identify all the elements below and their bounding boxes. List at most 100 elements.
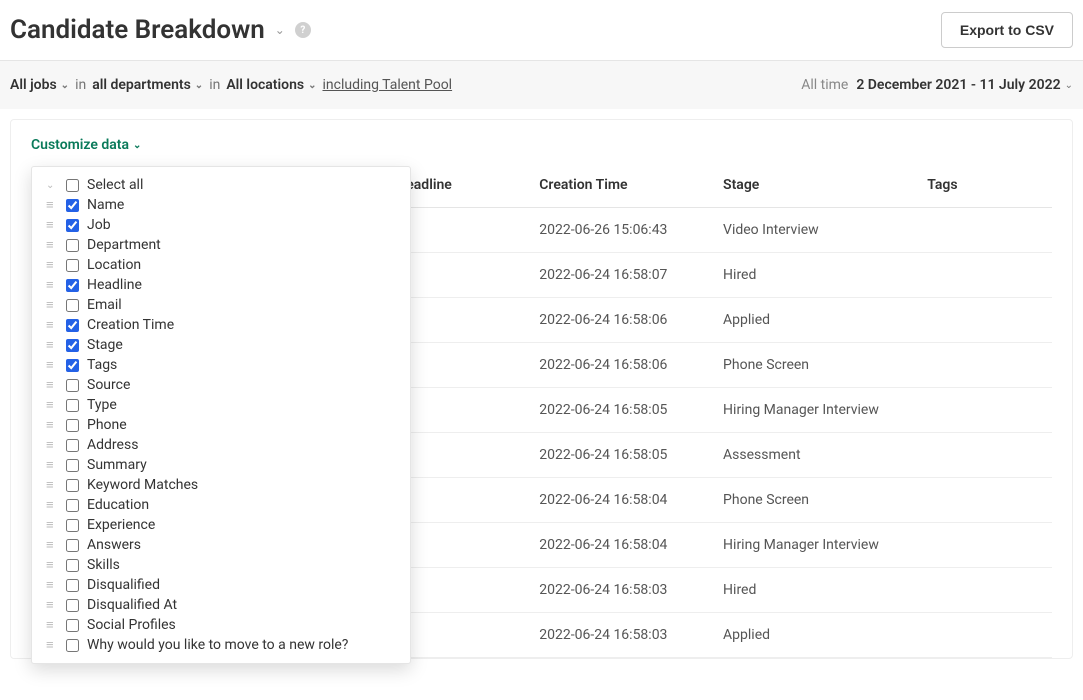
drag-handle-icon[interactable]: ≡ — [46, 437, 58, 453]
drag-handle-icon[interactable]: ≡ — [46, 497, 58, 513]
customize-option[interactable]: ≡Source — [32, 375, 410, 395]
drag-handle-icon[interactable]: ≡ — [46, 357, 58, 373]
customize-option[interactable]: ≡Headline — [32, 275, 410, 295]
filter-locations-label: All locations — [226, 77, 304, 93]
option-checkbox[interactable] — [66, 439, 79, 452]
filter-locations[interactable]: All locations ⌄ — [226, 77, 316, 93]
option-checkbox[interactable] — [66, 319, 79, 332]
filter-date-range[interactable]: 2 December 2021 - 11 July 2022 ⌄ — [856, 77, 1073, 93]
customize-option[interactable]: ≡Email — [32, 295, 410, 315]
customize-option[interactable]: ≡Address — [32, 435, 410, 455]
option-checkbox[interactable] — [66, 559, 79, 572]
option-label: Department — [87, 237, 161, 253]
customize-option[interactable]: ≡Answers — [32, 535, 410, 555]
export-csv-button[interactable]: Export to CSV — [941, 12, 1073, 48]
option-checkbox[interactable] — [66, 379, 79, 392]
title-dropdown-caret[interactable]: ⌄ — [275, 23, 285, 37]
option-label: Summary — [87, 457, 147, 473]
customize-option[interactable]: ≡Disqualified At — [32, 595, 410, 615]
cell-creation: 2022-06-24 16:58:06 — [531, 343, 715, 388]
customize-option[interactable]: ≡Name — [32, 195, 410, 215]
customize-option[interactable]: ≡Phone — [32, 415, 410, 435]
customize-option[interactable]: ≡ Skills — [32, 555, 410, 575]
option-checkbox[interactable] — [66, 459, 79, 472]
option-checkbox[interactable] — [66, 599, 79, 612]
option-checkbox[interactable] — [66, 359, 79, 372]
option-label: Tags — [87, 357, 117, 373]
cell-creation: 2022-06-24 16:58:04 — [531, 478, 715, 523]
cell-creation: 2022-06-24 16:58:05 — [531, 388, 715, 433]
customize-option[interactable]: ≡Creation Time — [32, 315, 410, 335]
drag-handle-icon[interactable]: ≡ — [46, 197, 58, 213]
customize-option[interactable]: ≡Education — [32, 495, 410, 515]
customize-option[interactable]: ≡ Department — [32, 235, 410, 255]
drag-handle-icon[interactable]: ≡ — [46, 257, 58, 273]
col-header-creation[interactable]: Creation Time — [531, 163, 715, 208]
cell-stage: Hired — [715, 253, 919, 298]
option-checkbox[interactable] — [66, 179, 79, 192]
option-checkbox[interactable] — [66, 259, 79, 272]
drag-handle-icon[interactable]: ≡ — [46, 417, 58, 433]
option-checkbox[interactable] — [66, 399, 79, 412]
drag-handle-icon[interactable]: ≡ — [46, 377, 58, 393]
option-checkbox[interactable] — [66, 279, 79, 292]
chevron-down-icon: ⌄ — [308, 80, 316, 91]
option-checkbox[interactable] — [66, 299, 79, 312]
cell-tags — [919, 298, 1052, 343]
drag-handle-icon[interactable]: ≡ — [46, 237, 58, 253]
option-checkbox[interactable] — [66, 539, 79, 552]
customize-option[interactable]: ≡Stage — [32, 335, 410, 355]
drag-handle-icon[interactable]: ≡ — [46, 617, 58, 633]
customize-option[interactable]: ≡Job — [32, 215, 410, 235]
customize-data-button[interactable]: Customize data ⌄ — [31, 137, 141, 153]
customize-option[interactable]: ≡Social Profiles — [32, 615, 410, 635]
drag-handle-icon[interactable]: ≡ — [46, 637, 58, 653]
option-checkbox[interactable] — [66, 239, 79, 252]
drag-handle-icon[interactable]: ≡ — [46, 317, 58, 333]
filter-departments[interactable]: all departments ⌄ — [92, 77, 203, 93]
data-panel: Customize data ⌄ ⌄Select all≡Name≡Job≡De… — [10, 119, 1073, 659]
cell-tags — [919, 253, 1052, 298]
option-checkbox[interactable] — [66, 519, 79, 532]
filter-left: All jobs ⌄ in all departments ⌄ in All l… — [10, 77, 452, 93]
drag-handle-icon[interactable]: ≡ — [46, 457, 58, 473]
option-checkbox[interactable] — [66, 579, 79, 592]
option-label: Skills — [87, 557, 120, 573]
option-checkbox[interactable] — [66, 219, 79, 232]
customize-option[interactable]: ⌄Select all — [32, 175, 410, 195]
drag-handle-icon[interactable]: ≡ — [46, 217, 58, 233]
filter-jobs[interactable]: All jobs ⌄ — [10, 77, 69, 93]
drag-handle-icon[interactable]: ≡ — [46, 557, 58, 573]
drag-handle-icon[interactable]: ≡ — [46, 537, 58, 553]
cell-tags — [919, 613, 1052, 658]
customize-option[interactable]: ≡Keyword Matches — [32, 475, 410, 495]
option-checkbox[interactable] — [66, 339, 79, 352]
drag-handle-icon[interactable]: ≡ — [46, 577, 58, 593]
option-checkbox[interactable] — [66, 639, 79, 652]
col-header-stage[interactable]: Stage — [715, 163, 919, 208]
filter-talent-pool[interactable]: including Talent Pool — [322, 77, 452, 93]
drag-handle-icon[interactable]: ≡ — [46, 517, 58, 533]
customize-option[interactable]: ≡Why would you like to move to a new rol… — [32, 635, 410, 655]
customize-option[interactable]: ≡ Tags — [32, 355, 410, 375]
col-header-tags[interactable]: Tags — [919, 163, 1052, 208]
drag-handle-icon[interactable]: ≡ — [46, 277, 58, 293]
option-checkbox[interactable] — [66, 419, 79, 432]
drag-handle-icon[interactable]: ≡ — [46, 297, 58, 313]
drag-handle-icon[interactable]: ≡ — [46, 337, 58, 353]
customize-option[interactable]: ≡Experience — [32, 515, 410, 535]
customize-option[interactable]: ≡ Summary — [32, 455, 410, 475]
option-checkbox[interactable] — [66, 499, 79, 512]
option-checkbox[interactable] — [66, 199, 79, 212]
drag-handle-icon[interactable]: ≡ — [46, 397, 58, 413]
customize-option[interactable]: ≡Type — [32, 395, 410, 415]
drag-handle-icon[interactable]: ≡ — [46, 597, 58, 613]
customize-option[interactable]: ≡Location — [32, 255, 410, 275]
option-label: Disqualified — [87, 577, 160, 593]
option-checkbox[interactable] — [66, 619, 79, 632]
help-icon[interactable]: ? — [295, 22, 311, 38]
cell-creation: 2022-06-24 16:58:04 — [531, 523, 715, 568]
drag-handle-icon[interactable]: ≡ — [46, 477, 58, 493]
option-checkbox[interactable] — [66, 479, 79, 492]
customize-option[interactable]: ≡ Disqualified — [32, 575, 410, 595]
